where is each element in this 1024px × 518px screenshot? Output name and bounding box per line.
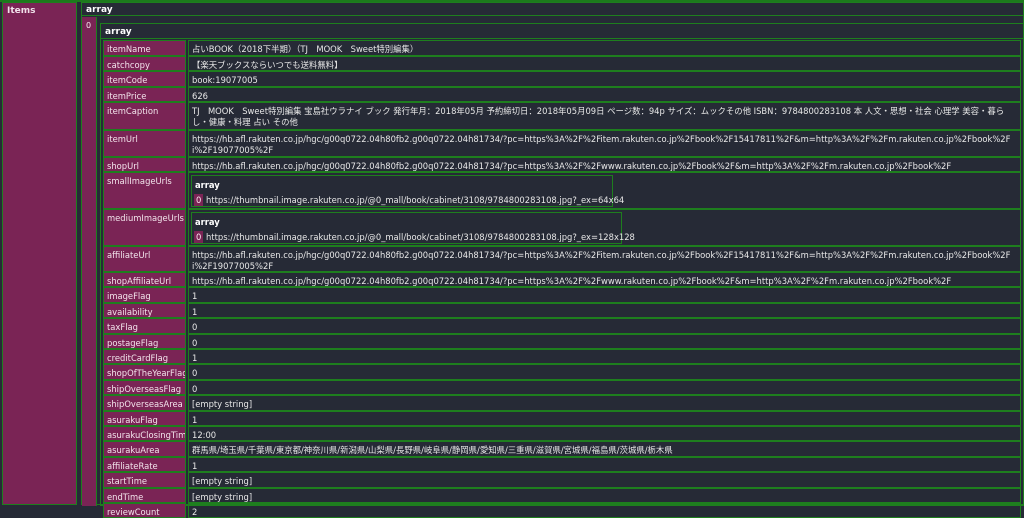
field-key: shipOverseasFlag bbox=[103, 380, 186, 395]
field-key: creditCardFlag bbox=[103, 349, 186, 364]
field-value: 0 bbox=[188, 364, 1021, 380]
field-row-taxFlag: taxFlag 0 bbox=[103, 318, 1021, 334]
field-value: TJ MOOK Sweet特別編集 宝島社ウラナイ ブック 発行年月：2018年… bbox=[188, 102, 1021, 130]
field-key: shopOfTheYearFlag bbox=[103, 364, 186, 380]
medium-image-urls-index: 0 bbox=[194, 231, 203, 243]
field-value: https://hb.afl.rakuten.co.jp/hgc/g00q072… bbox=[188, 157, 1021, 172]
field-key: taxFlag bbox=[103, 318, 186, 334]
field-row-asurakuFlag: asurakuFlag 1 bbox=[103, 411, 1021, 426]
field-key: startTime bbox=[103, 472, 186, 488]
field-row-asurakuClosingTime: asurakuClosingTime 12:00 bbox=[103, 426, 1021, 441]
field-key: asurakuFlag bbox=[103, 411, 186, 426]
field-row-smallImageUrls: smallImageUrls array 0 https://thumbnail… bbox=[103, 172, 1021, 209]
item-index-label: 0 bbox=[86, 21, 92, 30]
field-row-affiliateRate: affiliateRate 1 bbox=[103, 457, 1021, 472]
array-dump-viewer: Items array 0 array itemName 占いBOOK（2018… bbox=[0, 0, 1024, 518]
field-value: 0 bbox=[188, 380, 1021, 395]
field-row-endTime: endTime [empty string] bbox=[103, 488, 1021, 503]
field-value: 0 bbox=[188, 318, 1021, 334]
field-row-mediumImageUrls: mediumImageUrls array 0 https://thumbnai… bbox=[103, 209, 1021, 246]
small-image-urls-index: 0 bbox=[194, 194, 203, 206]
field-value: 1 bbox=[188, 411, 1021, 426]
medium-image-url-value: https://thumbnail.image.rakuten.co.jp/@0… bbox=[206, 232, 635, 242]
field-key: asurakuArea bbox=[103, 441, 186, 457]
field-row-shipOverseasFlag: shipOverseasFlag 0 bbox=[103, 380, 1021, 395]
field-key: asurakuClosingTime bbox=[103, 426, 186, 441]
field-row-itemPrice: itemPrice 626 bbox=[103, 87, 1021, 102]
items-key-label: Items bbox=[7, 6, 36, 16]
field-row-shipOverseasArea: shipOverseasArea [empty string] bbox=[103, 395, 1021, 411]
field-key: shopUrl bbox=[103, 157, 186, 172]
field-value: 【楽天ブックスならいつでも送料無料】 bbox=[188, 56, 1021, 71]
small-image-urls-array-header[interactable]: array bbox=[195, 180, 220, 191]
field-value: https://hb.afl.rakuten.co.jp/hgc/g00q072… bbox=[188, 272, 1021, 287]
medium-image-urls-array: array 0 https://thumbnail.image.rakuten.… bbox=[191, 212, 635, 244]
field-row-reviewCount: reviewCount 2 bbox=[103, 503, 1021, 518]
item-array: array itemName 占いBOOK（2018下半期）（TJ MOOK S… bbox=[100, 23, 1024, 518]
field-key: shopAffiliateUrl bbox=[103, 272, 186, 287]
field-row-creditCardFlag: creditCardFlag 1 bbox=[103, 349, 1021, 364]
field-value: 0 bbox=[188, 334, 1021, 349]
field-value: 1 bbox=[188, 457, 1021, 472]
field-row-shopOfTheYearFlag: shopOfTheYearFlag 0 bbox=[103, 364, 1021, 380]
small-image-url-value: https://thumbnail.image.rakuten.co.jp/@0… bbox=[206, 195, 625, 205]
field-key: reviewCount bbox=[103, 503, 186, 518]
field-key: catchcopy bbox=[103, 56, 186, 71]
field-key: endTime bbox=[103, 488, 186, 503]
field-value: 群馬県/埼玉県/千葉県/東京都/神奈川県/新潟県/山梨県/長野県/岐阜県/静岡県… bbox=[188, 441, 1021, 457]
field-key: itemCaption bbox=[103, 102, 186, 130]
field-key: shipOverseasArea bbox=[103, 395, 186, 411]
field-key: smallImageUrls bbox=[103, 172, 186, 209]
field-key: affiliateRate bbox=[103, 457, 186, 472]
item-index-cell: 0 bbox=[82, 17, 97, 506]
field-value-container: array 0 https://thumbnail.image.rakuten.… bbox=[188, 172, 1021, 209]
field-value: 12:00 bbox=[188, 426, 1021, 441]
field-row-catchcopy: catchcopy 【楽天ブックスならいつでも送料無料】 bbox=[103, 56, 1021, 71]
field-key: availability bbox=[103, 303, 186, 318]
medium-image-urls-array-header[interactable]: array bbox=[195, 217, 220, 228]
field-row-postageFlag: postageFlag 0 bbox=[103, 334, 1021, 349]
field-key: postageFlag bbox=[103, 334, 186, 349]
field-value: https://hb.afl.rakuten.co.jp/hgc/g00q072… bbox=[188, 246, 1021, 272]
field-key: mediumImageUrls bbox=[103, 209, 186, 246]
field-key: itemUrl bbox=[103, 130, 186, 157]
field-value: 1 bbox=[188, 303, 1021, 318]
field-value-container: array 0 https://thumbnail.image.rakuten.… bbox=[188, 209, 1021, 246]
field-key: itemCode bbox=[103, 71, 186, 87]
field-key: imageFlag bbox=[103, 287, 186, 303]
field-value: 占いBOOK（2018下半期）（TJ MOOK Sweet特別編集） bbox=[188, 40, 1021, 56]
field-key: itemPrice bbox=[103, 87, 186, 102]
field-value: 1 bbox=[188, 287, 1021, 303]
items-array-header[interactable]: array bbox=[82, 3, 1023, 16]
field-row-shopUrl: shopUrl https://hb.afl.rakuten.co.jp/hgc… bbox=[103, 157, 1021, 172]
field-row-itemUrl: itemUrl https://hb.afl.rakuten.co.jp/hgc… bbox=[103, 130, 1021, 157]
field-row-itemCaption: itemCaption TJ MOOK Sweet特別編集 宝島社ウラナイ ブッ… bbox=[103, 102, 1021, 130]
item-array-header[interactable]: array bbox=[101, 24, 1023, 39]
field-value: [empty string] bbox=[188, 472, 1021, 488]
field-row-itemCode: itemCode book:19077005 bbox=[103, 71, 1021, 87]
field-row-affiliateUrl: affiliateUrl https://hb.afl.rakuten.co.j… bbox=[103, 246, 1021, 272]
field-key: itemName bbox=[103, 40, 186, 56]
field-row-availability: availability 1 bbox=[103, 303, 1021, 318]
field-value: https://hb.afl.rakuten.co.jp/hgc/g00q072… bbox=[188, 130, 1021, 157]
field-value: 626 bbox=[188, 87, 1021, 102]
field-row-startTime: startTime [empty string] bbox=[103, 472, 1021, 488]
field-row-itemName: itemName 占いBOOK（2018下半期）（TJ MOOK Sweet特別… bbox=[103, 40, 1021, 56]
field-value: [empty string] bbox=[188, 395, 1021, 411]
field-value: book:19077005 bbox=[188, 71, 1021, 87]
field-row-shopAffiliateUrl: shopAffiliateUrl https://hb.afl.rakuten.… bbox=[103, 272, 1021, 287]
field-value: 2 bbox=[188, 503, 1021, 518]
items-key-cell: Items bbox=[2, 2, 77, 505]
field-row-imageFlag: imageFlag 1 bbox=[103, 287, 1021, 303]
field-key: affiliateUrl bbox=[103, 246, 186, 272]
field-row-asurakuArea: asurakuArea 群馬県/埼玉県/千葉県/東京都/神奈川県/新潟県/山梨県… bbox=[103, 441, 1021, 457]
field-value: [empty string] bbox=[188, 488, 1021, 503]
items-array: array 0 array itemName 占いBOOK（2018下半期）（T… bbox=[81, 2, 1024, 518]
small-image-urls-array: array 0 https://thumbnail.image.rakuten.… bbox=[191, 175, 624, 207]
field-value: 1 bbox=[188, 349, 1021, 364]
